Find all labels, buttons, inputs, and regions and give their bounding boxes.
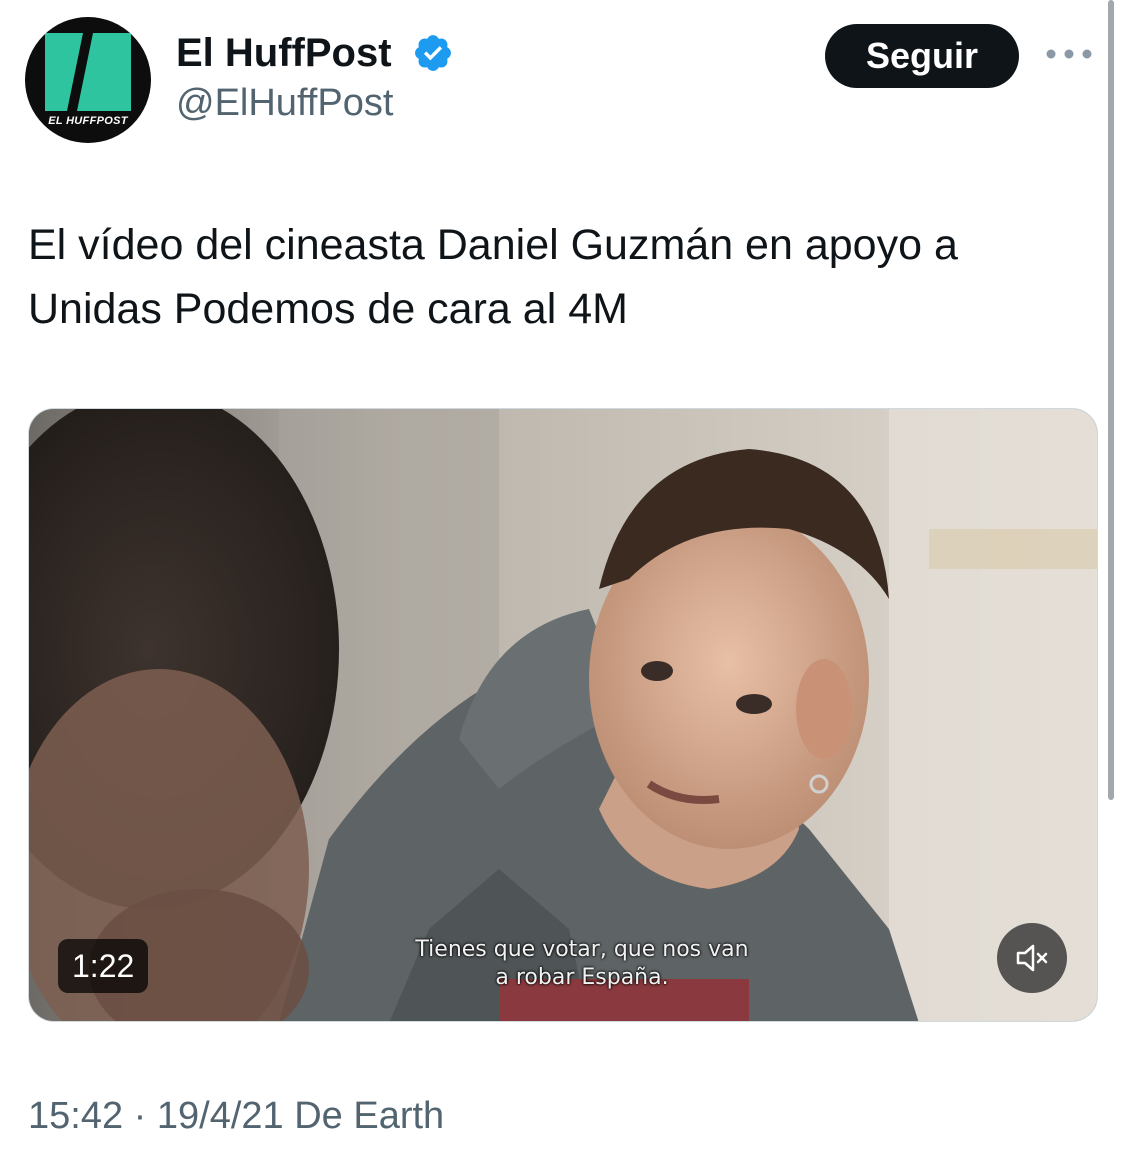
mute-button[interactable] xyxy=(997,923,1067,993)
video-player[interactable]: Tienes que votar, que nos van a robar Es… xyxy=(28,408,1098,1022)
tweet-date[interactable]: 19/4/21 xyxy=(157,1095,284,1137)
display-name[interactable]: El HuffPost xyxy=(176,30,392,76)
video-duration: 1:22 xyxy=(58,939,149,993)
tweet-source: De Earth xyxy=(294,1095,445,1137)
verified-badge-icon xyxy=(415,35,451,71)
volume-muted-icon xyxy=(1016,944,1048,972)
huffpost-logo-icon xyxy=(45,33,131,111)
avatar[interactable]: EL HUFFPOST xyxy=(25,17,151,143)
follow-button[interactable]: Seguir xyxy=(825,24,1019,88)
meta-separator: · xyxy=(133,1095,147,1137)
avatar-logo-text: EL HUFFPOST xyxy=(48,115,128,127)
tweet-time[interactable]: 15:42 xyxy=(28,1095,123,1137)
handle[interactable]: @ElHuffPost xyxy=(176,80,393,126)
scrollbar[interactable] xyxy=(1108,0,1114,800)
video-frame xyxy=(29,409,1097,1021)
tweet-text: El vídeo del cineasta Daniel Guzmán en a… xyxy=(28,221,958,333)
video-subtitle: Tienes que votar, que nos van a robar Es… xyxy=(415,937,749,990)
tweet-meta: 15:42 · 19/4/21 De Earth xyxy=(28,1092,444,1140)
more-horizontal-icon xyxy=(1046,49,1092,59)
more-options-button[interactable] xyxy=(1044,36,1094,72)
tweet-header: EL HUFFPOST El HuffPost @ElHuffPost Segu… xyxy=(0,0,1125,160)
